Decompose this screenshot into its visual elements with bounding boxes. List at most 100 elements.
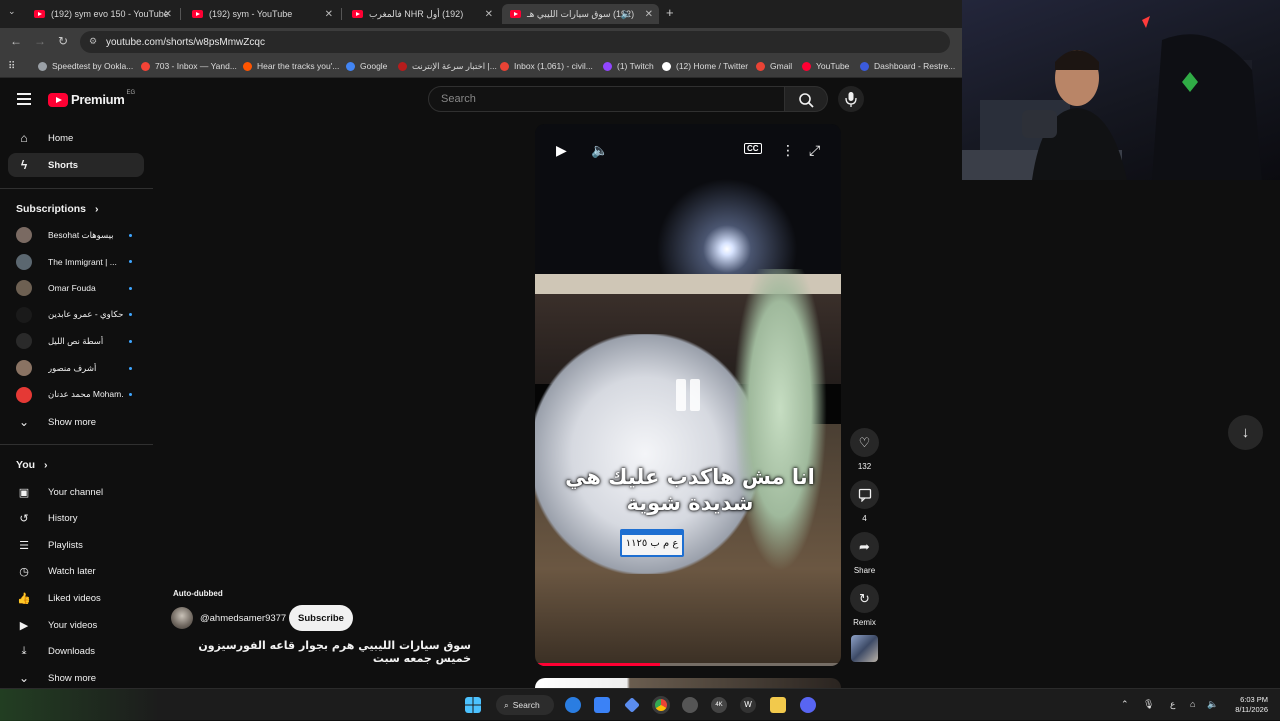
subscription-item[interactable]: Omar Fouda bbox=[8, 277, 144, 299]
channel-avatar[interactable] bbox=[171, 607, 193, 629]
volume-icon[interactable]: 🔈 bbox=[591, 142, 608, 159]
menu-icon[interactable] bbox=[17, 93, 31, 108]
taskbar-clock[interactable]: 6:03 PM 8/11/2026 bbox=[1222, 695, 1268, 715]
browser-tab-2[interactable]: (192) sym - YouTube ✕ bbox=[184, 4, 339, 24]
close-icon[interactable]: ✕ bbox=[645, 9, 653, 20]
next-short-button[interactable]: ↓ bbox=[1228, 415, 1263, 450]
share-icon: ➦ bbox=[859, 538, 870, 554]
show-hidden-icons-icon[interactable]: ⌃ bbox=[1121, 699, 1129, 710]
reload-icon[interactable]: ↻ bbox=[58, 34, 68, 48]
subscription-item[interactable]: Besohat بيسوهات bbox=[8, 224, 144, 246]
bookmark-item[interactable]: Gmail bbox=[756, 61, 792, 71]
search-input[interactable]: Search bbox=[428, 86, 785, 112]
back-icon[interactable]: ← bbox=[10, 34, 22, 48]
subscriptions-heading-text: Subscriptions bbox=[16, 203, 87, 215]
microphone-icon[interactable]: 🎙 bbox=[1143, 699, 1154, 710]
bookmark-item[interactable]: YouTube bbox=[802, 61, 849, 71]
like-button[interactable]: ♡ bbox=[850, 428, 879, 457]
file-explorer-icon[interactable] bbox=[770, 697, 786, 713]
address-bar[interactable]: ⚙ youtube.com/shorts/w8psMmwZcqc bbox=[80, 31, 950, 53]
sidebar-item-liked-videos[interactable]: 👍 Liked videos bbox=[8, 586, 144, 610]
channel-name[interactable]: @ahmedsamer9377 bbox=[200, 613, 286, 624]
bookmark-item[interactable]: (1) Twitch bbox=[603, 61, 654, 71]
shorts-icon: ϟ bbox=[20, 158, 28, 172]
video-icon: ▶ bbox=[19, 619, 29, 632]
bookmark-item[interactable]: Inbox (1,061) - civil... bbox=[500, 61, 593, 71]
download-icon: ⤓ bbox=[21, 645, 27, 658]
sidebar-item-label: Playlists bbox=[48, 539, 83, 551]
bookmark-item[interactable]: 703 - Inbox — Yand... bbox=[141, 61, 237, 71]
browser-tab-4-active[interactable]: (192) سوق سيارات الليبي هـ 🔈 ✕ bbox=[502, 4, 659, 24]
comments-button[interactable] bbox=[850, 480, 879, 509]
show-more-you[interactable]: ⌄ Show more bbox=[8, 666, 144, 690]
clock-time: 6:03 PM bbox=[1240, 695, 1268, 704]
close-icon[interactable]: ✕ bbox=[325, 9, 333, 20]
language-indicator[interactable]: ع bbox=[1170, 699, 1175, 710]
sidebar-item-your-channel[interactable]: ▣ Your channel bbox=[8, 480, 144, 504]
tab-search-icon[interactable]: ⌄ bbox=[8, 6, 16, 17]
clock-date: 8/11/2026 bbox=[1235, 705, 1268, 714]
bookmark-item[interactable]: Google bbox=[346, 61, 387, 71]
youtube-premium-logo[interactable]: Premium EG bbox=[48, 90, 135, 107]
bookmark-item[interactable]: Dashboard - Restre... bbox=[860, 61, 955, 71]
subscription-item[interactable]: أشرف منصور bbox=[8, 357, 144, 379]
network-icon[interactable]: ⌂ bbox=[1190, 699, 1195, 709]
edge-icon[interactable] bbox=[565, 697, 581, 713]
volume-icon[interactable]: 🔈 bbox=[1207, 699, 1218, 710]
subscription-item[interactable]: حكاوي - عمرو عابدين bbox=[8, 304, 144, 326]
chrome-icon[interactable] bbox=[652, 696, 670, 714]
short-title[interactable]: سوق سيارات الليبيي هرم بجوار قاعه الفورس… bbox=[171, 639, 471, 665]
sidebar-item-your-videos[interactable]: ▶ Your videos bbox=[8, 613, 144, 637]
sidebar-item-playlists[interactable]: ☰ Playlists bbox=[8, 533, 144, 557]
sound-thumbnail[interactable] bbox=[851, 635, 878, 662]
4k-downloader-icon[interactable]: 4K bbox=[711, 697, 727, 713]
short-video-player[interactable]: ع م ب ١١٢٥ انا مش هاكدب عليك هي شديدة شو… bbox=[535, 124, 841, 666]
bookmark-item[interactable]: اختبار سرعة الإنترنت |... bbox=[398, 61, 497, 72]
forward-icon[interactable]: → bbox=[34, 34, 46, 48]
discord-icon[interactable] bbox=[800, 697, 816, 713]
subscription-item[interactable]: أسطة نص الليل bbox=[8, 330, 144, 352]
sidebar-item-downloads[interactable]: ⤓ Downloads bbox=[8, 640, 144, 664]
store-icon[interactable] bbox=[594, 697, 610, 713]
fullscreen-icon[interactable]: ⤢ bbox=[809, 142, 820, 159]
youtube-icon bbox=[48, 92, 68, 107]
sidebar-item-home[interactable]: ⌂ Home bbox=[8, 126, 144, 150]
taskbar-search[interactable]: ⌕ Search bbox=[496, 695, 554, 715]
bookmark-item[interactable]: Hear the tracks you'... bbox=[243, 61, 339, 71]
new-content-dot bbox=[129, 233, 132, 237]
bookmark-item[interactable]: Speedtest by Ookla... bbox=[38, 61, 133, 71]
show-more-subscriptions[interactable]: ⌄ Show more bbox=[8, 410, 144, 434]
browser-tab-3[interactable]: (192) أول NHR فالمغرب ✕ bbox=[344, 4, 499, 24]
close-icon[interactable]: ✕ bbox=[485, 9, 493, 20]
play-icon[interactable]: ▶ bbox=[556, 142, 567, 159]
subscriptions-heading[interactable]: Subscriptions › bbox=[16, 203, 98, 215]
subscription-item[interactable]: محمد عدنان Moham... bbox=[8, 384, 144, 406]
subscription-item[interactable]: The Immigrant | ... bbox=[8, 251, 144, 273]
voice-search-button[interactable] bbox=[838, 86, 864, 112]
app-icon[interactable] bbox=[624, 697, 640, 713]
you-heading-text: You bbox=[16, 459, 36, 471]
search-button[interactable] bbox=[785, 86, 828, 112]
audio-icon[interactable]: 🔈 bbox=[621, 9, 633, 20]
new-tab-icon[interactable]: + bbox=[666, 5, 674, 20]
sidebar-item-watch-later[interactable]: ◷ Watch later bbox=[8, 560, 144, 584]
more-options-icon[interactable]: ⋮ bbox=[781, 142, 795, 159]
bookmark-item[interactable]: (12) Home / Twitter bbox=[662, 61, 748, 71]
bookmark-favicon-icon bbox=[802, 61, 811, 71]
share-button[interactable]: ➦ bbox=[850, 532, 879, 561]
bookmark-favicon-icon bbox=[38, 61, 47, 71]
you-heading[interactable]: You › bbox=[16, 459, 47, 471]
subscribe-button[interactable]: Subscribe bbox=[289, 605, 353, 631]
site-info-icon[interactable]: ⚙ bbox=[89, 36, 97, 47]
browser-tab-1[interactable]: (192) sym evo 150 - YouTube ✕ bbox=[26, 4, 178, 24]
sidebar-item-history[interactable]: ↺ History bbox=[8, 507, 144, 531]
windows-start-icon[interactable] bbox=[465, 697, 481, 713]
settings-icon[interactable] bbox=[682, 697, 698, 713]
captions-icon[interactable]: CC bbox=[744, 143, 762, 154]
apps-icon[interactable]: ⠿ bbox=[8, 61, 15, 72]
video-progress-bar[interactable] bbox=[535, 663, 841, 666]
wordpress-icon[interactable]: W bbox=[740, 697, 756, 713]
remix-button[interactable]: ↻ bbox=[850, 584, 879, 613]
sidebar-item-shorts[interactable]: ϟ Shorts bbox=[8, 153, 144, 177]
close-icon[interactable]: ✕ bbox=[164, 9, 172, 20]
